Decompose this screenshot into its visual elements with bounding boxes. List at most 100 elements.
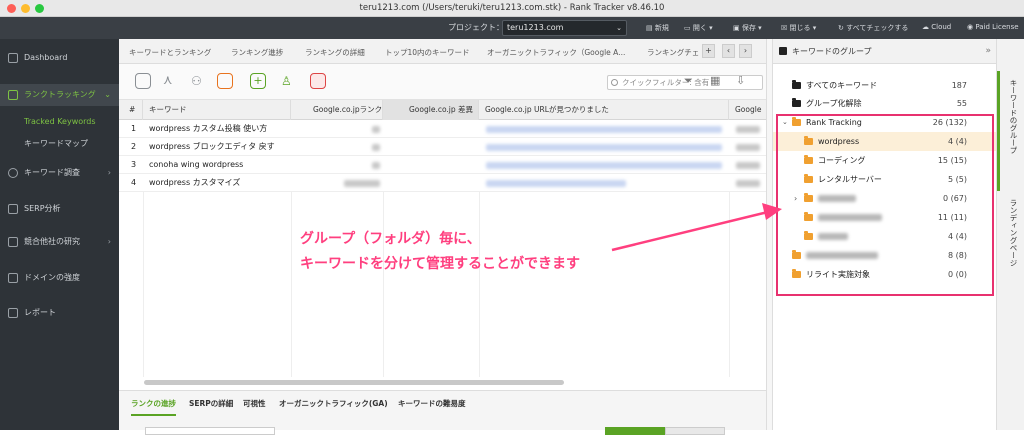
window-titlebar: teru1213.com (/Users/teruki/teru1213.com…	[0, 0, 1024, 17]
open-button[interactable]: ▭ 開く ▾	[684, 23, 713, 33]
domain-icon	[8, 273, 18, 283]
search-icon	[611, 79, 618, 86]
details-panel: ランクの進捗 SERPの詳細 可視性 オーガニックトラフィック(GA) キーワー…	[119, 390, 766, 435]
sidebar-subitem-keyword-map[interactable]: キーワードマップ	[24, 138, 88, 149]
sidebar-subitem-tracked-keywords[interactable]: Tracked Keywords	[24, 117, 96, 126]
table-header: # キーワード Google.co.jpランク Google.co.jp 差異 …	[119, 100, 766, 120]
tab-scroll-right-button[interactable]: ›	[739, 44, 752, 58]
close-project-button[interactable]: ☒ 閉じる ▾	[781, 23, 816, 33]
window-title: teru1213.com (/Users/teruki/teru1213.com…	[359, 3, 665, 13]
sidebar-item-domain-strength[interactable]: ドメインの強度	[0, 267, 119, 289]
minimize-window-button[interactable]	[21, 4, 30, 13]
column-header-number[interactable]: #	[119, 100, 143, 120]
sidebar-item-keyword-research[interactable]: キーワード調査 ›	[0, 162, 119, 184]
keyword-analysis-icon[interactable]: ⋏	[163, 73, 179, 89]
blurred-rank	[372, 126, 380, 133]
tab-serp-details[interactable]: SERPの詳細	[189, 398, 233, 409]
project-value: teru1213.com	[507, 23, 564, 32]
tab-ranking-progress[interactable]: ランキング進捗	[231, 47, 283, 58]
tab-landing-pages[interactable]: ランディングページ	[1003, 199, 1019, 267]
tab-organic-traffic-ga[interactable]: オーガニックトラフィック(GA)	[279, 398, 388, 409]
search-icon	[8, 168, 18, 178]
new-button[interactable]: ▤ 新規	[646, 23, 669, 33]
check-all-button[interactable]: ↻ すべてチェックする	[838, 23, 908, 33]
tab-keyword-difficulty[interactable]: キーワードの難易度	[398, 398, 466, 409]
close-window-button[interactable]	[7, 4, 16, 13]
active-tab-indicator	[997, 71, 1000, 191]
tab-ranking-check[interactable]: ランキングチェ	[647, 47, 699, 58]
row-number: 2	[131, 142, 137, 151]
calendar-icon[interactable]	[217, 73, 233, 89]
graph-icon[interactable]: ⚇	[191, 73, 207, 89]
tag-icon[interactable]	[310, 73, 326, 89]
grid-view-icon[interactable]: ▦	[710, 73, 726, 89]
save-button[interactable]: ▣ 保存 ▾	[733, 23, 762, 33]
competitor-icon	[8, 237, 18, 247]
blurred-url	[486, 126, 722, 133]
column-header-diff[interactable]: Google.co.jp 差異	[383, 100, 479, 120]
report-tabs: キーワードとランキング ランキング進捗 ランキングの詳細 トップ10内のキーワー…	[119, 39, 766, 64]
tab-visibility[interactable]: 可視性	[243, 398, 266, 409]
row-keyword: wordpress ブロックエディタ 戻す	[149, 142, 275, 151]
row-number: 4	[131, 178, 137, 187]
blurred-url	[486, 180, 626, 187]
sidebar-item-reports[interactable]: レポート	[0, 302, 119, 324]
folder-icon	[792, 80, 801, 89]
sidebar-item-competitors[interactable]: 競合他社の研究 ›	[0, 231, 119, 253]
tab-ranking-details[interactable]: ランキングの詳細	[305, 47, 365, 58]
table-row[interactable]: 1 wordpress カスタム投稿 使い方	[119, 120, 766, 138]
tab-scroll-left-button[interactable]: ‹	[722, 44, 735, 58]
column-header-keyword[interactable]: キーワード	[143, 100, 291, 120]
panel-header: キーワードのグループ »	[773, 39, 997, 64]
sidebar-item-dashboard[interactable]: Dashboard	[0, 47, 119, 69]
collapse-panel-icon[interactable]: »	[985, 39, 991, 64]
tab-organic-traffic[interactable]: オーガニックトラフィック（Google A...	[487, 47, 625, 58]
zoom-window-button[interactable]	[35, 4, 44, 13]
sidebar-item-serp[interactable]: SERP分析	[0, 198, 119, 220]
tab-top10-keywords[interactable]: トップ10内のキーワード	[385, 47, 470, 58]
blurred-url	[486, 162, 722, 169]
sidebar-item-rank-tracking[interactable]: ランクトラッキング ⌄	[0, 84, 119, 106]
toggle-button[interactable]	[605, 427, 665, 435]
chart-input-box[interactable]	[145, 427, 275, 435]
table-row[interactable]: 4 wordpress カスタマイズ	[119, 174, 766, 192]
table-row[interactable]: 3 conoha wing wordpress	[119, 156, 766, 174]
update-rankings-icon[interactable]	[135, 73, 151, 89]
tab-rank-progress[interactable]: ランクの進捗	[131, 398, 176, 416]
blurred-google	[736, 126, 760, 133]
tab-keywords-rankings[interactable]: キーワードとランキング	[129, 47, 211, 58]
export-icon[interactable]: ⇩	[736, 73, 752, 89]
group-row-all-keywords[interactable]: すべてのキーワード 187	[773, 76, 997, 95]
annotation-line-1: グループ（フォルダ）毎に、	[300, 231, 481, 247]
row-keyword: wordpress カスタム投稿 使い方	[149, 124, 268, 133]
rank-tracking-icon	[8, 90, 18, 100]
chevron-down-icon: ⌄	[616, 24, 622, 32]
cloud-button[interactable]: ☁ Cloud	[922, 23, 951, 31]
group-row-ungrouped[interactable]: グループ化解除 55	[773, 94, 997, 113]
serp-icon	[8, 204, 18, 214]
column-divider	[143, 192, 144, 377]
toggle-button[interactable]	[665, 427, 725, 435]
tab-keyword-groups[interactable]: キーワードのグループ	[1003, 79, 1019, 154]
keyword-toolbar: ⋏ ⚇ + ♙ クイックフィルター: 含有 ⏷ ▦ ⇩	[119, 64, 766, 100]
column-header-rank[interactable]: Google.co.jpランク	[291, 100, 383, 120]
sidebar: Dashboard ランクトラッキング ⌄ Tracked Keywords キ…	[0, 39, 119, 430]
panel-title: キーワードのグループ	[792, 47, 872, 56]
filter-icon[interactable]: ⏷	[684, 73, 700, 89]
row-keyword: conoha wing wordpress	[149, 160, 244, 169]
add-keyword-icon[interactable]: +	[250, 73, 266, 89]
competitors-icon[interactable]: ♙	[281, 73, 297, 89]
horizontal-scrollbar[interactable]	[144, 380, 564, 385]
column-divider	[729, 192, 730, 377]
license-button[interactable]: ◉ Paid License	[967, 23, 1019, 31]
column-header-url[interactable]: Google.co.jp URLが見つかりました	[479, 100, 729, 120]
table-row[interactable]: 2 wordpress ブロックエディタ 戻す	[119, 138, 766, 156]
project-select[interactable]: teru1213.com ⌄	[502, 20, 627, 36]
blurred-url	[486, 144, 722, 151]
column-header-google[interactable]: Google	[729, 100, 766, 120]
row-number: 3	[131, 160, 137, 169]
column-divider	[291, 192, 292, 377]
row-number: 1	[131, 124, 137, 133]
chevron-right-icon: ›	[107, 168, 111, 177]
add-tab-button[interactable]: +	[702, 44, 715, 58]
